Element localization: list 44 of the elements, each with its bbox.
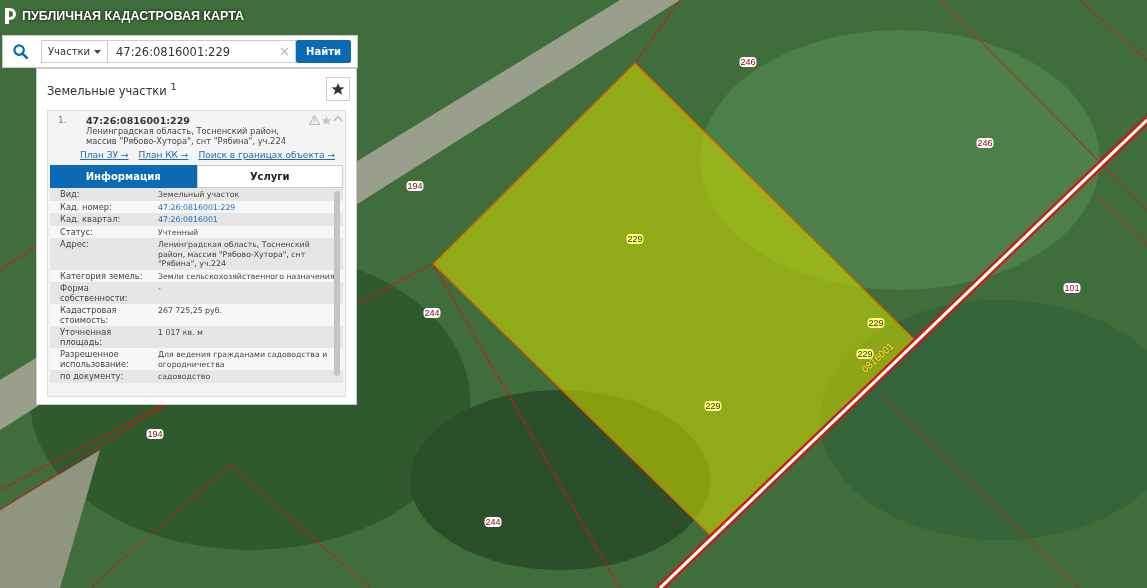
attribute-label: Уточненная площадь: bbox=[60, 327, 113, 347]
clear-icon[interactable] bbox=[280, 47, 290, 56]
parcel-number-label: 229 bbox=[704, 401, 722, 411]
results-title: Земельные участки $^{1}$ bbox=[47, 80, 177, 98]
parcel-number-label: 101 bbox=[1063, 283, 1081, 293]
attribute-label: Статус: bbox=[60, 226, 94, 237]
parcel-number-label: 194 bbox=[146, 429, 164, 439]
attribute-label: по документу: bbox=[60, 371, 125, 382]
parcel-number-label: 244 bbox=[484, 517, 502, 527]
info-tab[interactable]: Информация bbox=[50, 165, 197, 188]
result-link[interactable]: Поиск в границах объекта → bbox=[198, 150, 335, 160]
parcel-number-label: 246 bbox=[739, 57, 757, 67]
parcel-number-label: 244 bbox=[423, 308, 441, 318]
result-link[interactable]: План КК → bbox=[138, 150, 189, 160]
attribute-label: Кадастровая стоимость: bbox=[60, 305, 118, 325]
warning-icon[interactable] bbox=[309, 115, 320, 125]
attribute-label: Кад. квартал: bbox=[60, 214, 122, 225]
attribute-label: Вид: bbox=[60, 189, 81, 200]
star-icon[interactable] bbox=[321, 115, 332, 126]
parcel-number-label: 194 bbox=[406, 181, 424, 191]
search-field[interactable]: 47:26:0816001:229 bbox=[108, 40, 297, 63]
scope-dropdown[interactable]: Участки bbox=[41, 40, 108, 63]
caret-icon bbox=[94, 49, 101, 54]
cadastral-number[interactable]: 47:26:0816001:229 bbox=[86, 115, 309, 126]
result-address: Ленинградская область, Тосненский район, массив "Рябово-Хутора", снт "Рябина", уч.224 bbox=[86, 126, 287, 146]
attribute-label: Категория земель: bbox=[60, 270, 144, 281]
info-tab[interactable]: Услуги bbox=[196, 165, 343, 188]
result-index: 1. bbox=[57, 115, 68, 127]
favorite-button[interactable] bbox=[326, 77, 350, 101]
parcel-number-label: 229 bbox=[867, 318, 885, 328]
attribute-label: Форма собственности: bbox=[60, 283, 129, 303]
star-icon bbox=[331, 82, 345, 96]
attribute-label: Разрешенное использование: bbox=[60, 349, 130, 369]
search-icon[interactable] bbox=[13, 44, 28, 59]
attribute-label: Адрес: bbox=[60, 239, 91, 251]
search-button[interactable]: Найти bbox=[296, 40, 351, 63]
parcel-number-label: 246 bbox=[976, 138, 994, 148]
chevron-icon[interactable] bbox=[333, 115, 343, 122]
app-title: ПУБЛИЧНАЯ КАДАСТРОВАЯ КАРТА bbox=[22, 9, 245, 23]
logo-icon bbox=[4, 8, 16, 24]
scrollbar[interactable] bbox=[334, 191, 340, 376]
result-link[interactable]: План ЗУ → bbox=[80, 150, 129, 160]
attribute-label: Кад. номер: bbox=[60, 201, 113, 212]
parcel-number-label: 229 bbox=[626, 234, 644, 244]
